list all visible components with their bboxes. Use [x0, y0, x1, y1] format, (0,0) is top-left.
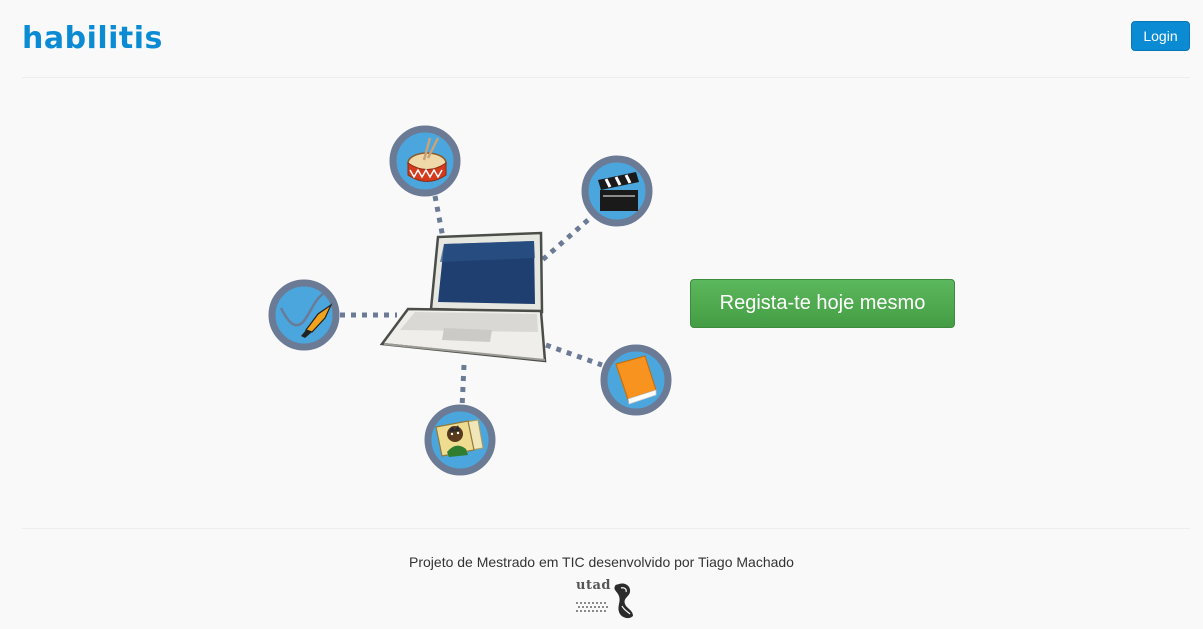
utad-emblem-icon	[576, 583, 633, 619]
footer-divider	[22, 528, 1190, 529]
hero-illustration	[268, 125, 672, 476]
footer-credit: Projeto de Mestrado em TIC desenvolvido …	[409, 554, 794, 570]
register-button[interactable]: Regista-te hoje mesmo	[690, 279, 955, 328]
clapperboard-icon	[581, 155, 653, 227]
utad-logo: utad	[573, 578, 639, 622]
photo-icon	[424, 404, 496, 476]
brush-icon	[268, 279, 340, 351]
laptop-icon	[379, 231, 547, 363]
drum-icon	[389, 125, 461, 197]
book-icon	[600, 344, 672, 416]
